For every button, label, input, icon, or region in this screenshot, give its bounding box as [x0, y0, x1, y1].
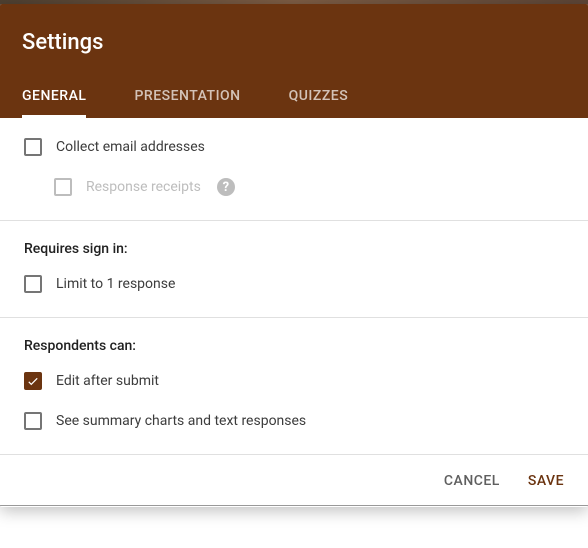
row-see-summary: See summary charts and text responses [24, 412, 564, 430]
dialog-header: Settings GENERAL PRESENTATION QUIZZES [0, 4, 588, 118]
checkbox-limit-response[interactable] [24, 275, 42, 293]
title-signin: Requires sign in: [24, 241, 564, 257]
row-edit-after-submit: Edit after submit [24, 372, 564, 390]
row-limit-response: Limit to 1 response [24, 275, 564, 293]
help-icon[interactable]: ? [217, 178, 235, 196]
tabs: GENERAL PRESENTATION QUIZZES [0, 88, 588, 118]
label-see-summary: See summary charts and text responses [56, 413, 306, 429]
cancel-button[interactable]: CANCEL [444, 473, 500, 489]
dialog-body: Collect email addresses Response receipt… [0, 118, 588, 454]
section-emails: Collect email addresses Response receipt… [0, 118, 588, 220]
settings-dialog: Settings GENERAL PRESENTATION QUIZZES Co… [0, 4, 588, 507]
title-respondents: Respondents can: [24, 338, 564, 354]
row-collect-emails: Collect email addresses [24, 138, 564, 156]
shadow [0, 505, 588, 506]
check-icon [26, 374, 40, 388]
dialog-footer: CANCEL SAVE [0, 454, 588, 507]
checkbox-response-receipts [54, 178, 72, 196]
save-button[interactable]: SAVE [528, 473, 564, 489]
tab-general[interactable]: GENERAL [22, 88, 86, 118]
label-response-receipts: Response receipts [86, 179, 201, 195]
checkbox-see-summary[interactable] [24, 412, 42, 430]
label-limit-response: Limit to 1 response [56, 276, 175, 292]
label-edit-after-submit: Edit after submit [56, 373, 159, 389]
tab-quizzes[interactable]: QUIZZES [289, 88, 349, 118]
checkbox-edit-after-submit[interactable] [24, 372, 42, 390]
row-response-receipts: Response receipts ? [24, 178, 564, 196]
tab-presentation[interactable]: PRESENTATION [134, 88, 240, 118]
label-collect-emails: Collect email addresses [56, 139, 205, 155]
section-signin: Requires sign in: Limit to 1 response [0, 220, 588, 317]
dialog-title: Settings [0, 4, 588, 88]
checkbox-collect-emails[interactable] [24, 138, 42, 156]
section-respondents: Respondents can: Edit after submit See s… [0, 317, 588, 454]
